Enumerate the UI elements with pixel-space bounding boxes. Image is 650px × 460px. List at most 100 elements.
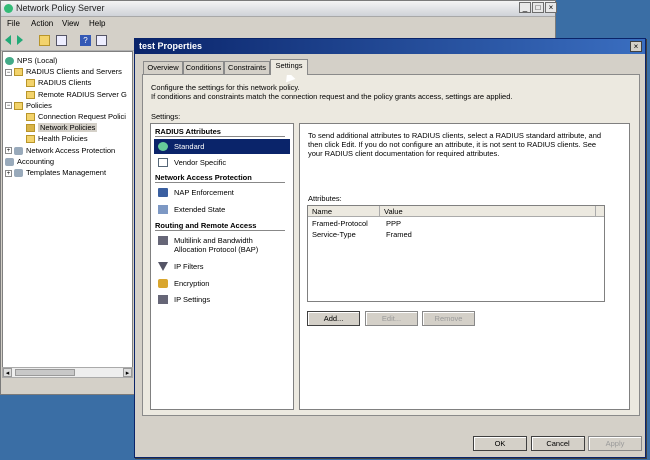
- tree-item-label: RADIUS Clients and Servers: [26, 67, 122, 77]
- tree-item-label: Connection Request Polici: [38, 112, 126, 121]
- expand-icon[interactable]: +: [5, 169, 12, 177]
- intro-text-1: Configure the settings for this network …: [151, 83, 300, 92]
- ok-button[interactable]: OK: [473, 436, 527, 451]
- tree-item-label: Accounting: [17, 156, 55, 166]
- forward-arrow-icon[interactable]: [17, 35, 23, 45]
- settings-item-multilink-bap[interactable]: Multilink and Bandwidth Allocation Proto…: [154, 233, 290, 257]
- tree-item-label: Network Policies: [38, 123, 98, 133]
- table-row-name[interactable]: Framed-Protocol: [312, 219, 368, 229]
- up-folder-icon[interactable]: [39, 35, 50, 46]
- back-arrow-icon[interactable]: [5, 35, 11, 45]
- tree-item-label: Health Policies: [38, 134, 88, 144]
- folder-icon: [26, 90, 35, 99]
- gear-icon: [14, 146, 23, 155]
- remove-button[interactable]: Remove: [422, 311, 475, 326]
- checkbox-icon: [158, 158, 168, 167]
- tree-item-templates-management[interactable]: + Templates Management: [5, 167, 106, 178]
- lock-icon: [158, 279, 168, 288]
- dialog-close-button[interactable]: ×: [630, 41, 642, 52]
- settings-item-label: Vendor Specific: [174, 158, 227, 167]
- apply-button[interactable]: Apply: [588, 436, 642, 451]
- settings-item-encryption[interactable]: Encryption: [154, 276, 290, 291]
- collapse-icon[interactable]: −: [5, 102, 12, 110]
- tree-item-label: Remote RADIUS Server G: [38, 89, 127, 99]
- column-header-value[interactable]: Value: [380, 206, 596, 217]
- close-button[interactable]: ×: [545, 2, 557, 13]
- settings-item-label: IP Filters: [174, 262, 204, 271]
- folder-icon: [26, 113, 35, 122]
- cancel-button[interactable]: Cancel: [531, 436, 585, 451]
- tree-item-network-access-protection[interactable]: + Network Access Protection: [5, 145, 115, 156]
- tree-item-radius-clients-and-servers[interactable]: − RADIUS Clients and Servers: [5, 66, 122, 77]
- settings-list: RADIUS Attributes Standard Vendor Specif…: [150, 123, 294, 410]
- attributes-table[interactable]: Name Value Framed-Protocol PPP Service-T…: [307, 205, 605, 302]
- console-tree: NPS (Local) − RADIUS Clients and Servers RA…: [2, 51, 133, 378]
- settings-item-label: Encryption: [174, 279, 210, 288]
- console-tree-icon[interactable]: [56, 35, 67, 46]
- table-row-value[interactable]: Framed: [386, 230, 412, 240]
- settings-item-extended-state[interactable]: Extended State: [154, 202, 290, 217]
- tree-item-label: RADIUS Clients: [38, 78, 92, 88]
- dialog-title: test Properties: [139, 41, 203, 51]
- settings-item-standard[interactable]: Standard: [154, 139, 290, 154]
- scroll-right-icon[interactable]: ▸: [123, 368, 132, 377]
- gear-icon: [14, 169, 23, 178]
- settings-item-ip-settings[interactable]: IP Settings: [154, 292, 290, 307]
- table-row-name[interactable]: Service-Type: [312, 230, 356, 240]
- column-header-name[interactable]: Name: [308, 206, 380, 217]
- tab-overview[interactable]: Overview: [143, 61, 183, 74]
- settings-item-label: Extended State: [174, 205, 226, 214]
- help-text-3: your RADIUS client documentation for req…: [308, 149, 500, 158]
- help-icon[interactable]: ?: [80, 35, 91, 46]
- settings-item-ip-filters[interactable]: IP Filters: [154, 259, 290, 274]
- expand-icon[interactable]: +: [5, 147, 12, 155]
- tree-item-radius-clients[interactable]: RADIUS Clients: [26, 77, 91, 88]
- settings-item-label: Multilink and Bandwidth: [174, 236, 253, 245]
- collapse-icon[interactable]: −: [5, 68, 12, 76]
- maximize-button[interactable]: □: [532, 2, 544, 13]
- tree-item-connection-request-polici[interactable]: Connection Request Polici: [26, 111, 126, 122]
- tree-item-label: Templates Management: [26, 168, 107, 177]
- menu-help[interactable]: Help: [89, 19, 105, 28]
- menu-action[interactable]: Action: [31, 19, 53, 28]
- table-row-value[interactable]: PPP: [386, 219, 401, 229]
- settings-item-label: NAP Enforcement: [174, 188, 234, 197]
- settings-item-vendor-specific[interactable]: Vendor Specific: [154, 155, 290, 170]
- menu-bar: File Action View Help: [1, 17, 555, 31]
- tree-item-health-policies[interactable]: Health Policies: [26, 133, 88, 144]
- tree-item-nps-local[interactable]: NPS (Local): [5, 55, 57, 66]
- tab-conditions[interactable]: Conditions: [183, 61, 224, 74]
- minimize-button[interactable]: _: [519, 2, 531, 13]
- tree-item-policies[interactable]: − Policies: [5, 100, 52, 111]
- main-titlebar[interactable]: Network Policy Server _ □ ×: [1, 1, 557, 17]
- horizontal-scrollbar[interactable]: ◂ ▸: [2, 367, 133, 378]
- section-header-routing-remote-access: Routing and Remote Access: [155, 221, 285, 231]
- tree-item-label: NPS (Local): [17, 56, 58, 65]
- properties-dialog: test Properties × Overview Conditions Co…: [134, 38, 646, 458]
- tree-item-network-policies[interactable]: Network Policies: [26, 122, 98, 133]
- properties-icon[interactable]: [96, 35, 107, 46]
- settings-item-nap-enforcement[interactable]: NAP Enforcement: [154, 185, 290, 200]
- help-text-1: To send additional attributes to RADIUS …: [308, 131, 602, 140]
- settings-item-label: IP Settings: [174, 295, 211, 304]
- scroll-thumb[interactable]: [15, 369, 75, 376]
- settings-item-label: Standard: [174, 142, 205, 151]
- dialog-titlebar[interactable]: test Properties ×: [135, 39, 645, 54]
- monitor-icon: [158, 205, 168, 214]
- globe-icon: [158, 142, 168, 151]
- tab-constraints[interactable]: Constraints: [224, 61, 270, 74]
- tree-item-accounting[interactable]: Accounting: [5, 156, 54, 167]
- folder-icon: [26, 79, 35, 88]
- section-header-radius-attributes: RADIUS Attributes: [155, 127, 285, 137]
- network-icon: [158, 236, 168, 245]
- menu-file[interactable]: File: [7, 19, 20, 28]
- menu-view[interactable]: View: [62, 19, 79, 28]
- tab-settings[interactable]: Settings: [270, 59, 308, 75]
- tree-item-label: Policies: [26, 100, 52, 110]
- edit-button[interactable]: Edit...: [365, 311, 418, 326]
- tree-item-remote-radius-server-g[interactable]: Remote RADIUS Server G: [26, 89, 127, 100]
- settings-item-label-line2: Allocation Protocol (BAP): [174, 245, 259, 254]
- scroll-left-icon[interactable]: ◂: [3, 368, 12, 377]
- add-button[interactable]: Add...: [307, 311, 360, 326]
- tree-item-label: Network Access Protection: [26, 145, 116, 155]
